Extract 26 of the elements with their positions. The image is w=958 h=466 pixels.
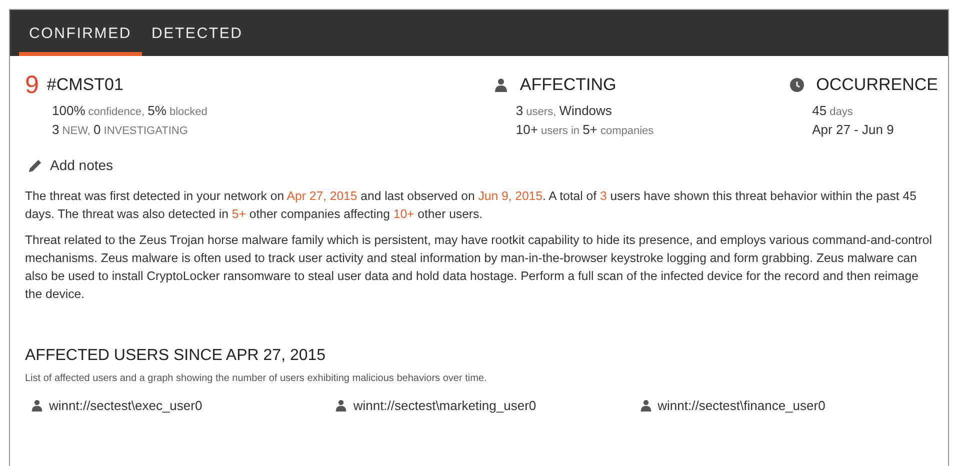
person-icon [494,78,508,92]
section-subtitle: List of affected users and a graph showing the number of users exhibiting malicious behaviors over time. [25,373,488,384]
user-name[interactable]: winnt://sectest\exec_user0 [49,398,202,413]
tab[interactable]: DETECTED [142,25,253,56]
add-notes-button[interactable]: Add notes [28,157,114,173]
user-name[interactable]: winnt://sectest\finance_user0 [658,398,826,413]
pencil-icon [28,158,43,172]
threat-count: 9 [25,70,39,100]
description-paragraph: Threat related to the Zeus Trojan horse malware family which is persistent, may have rootkit capability to hide its presence, and employs various command-and-control mechanisms. Zeus malware is often used to track user activity and steal information by man-in-the-browser keystroke logging and form grabbing. Zeus malware can also be used to install CryptoLocker ransomware to steal user data and hold data hostage. Perform a full scan of the infected device for the record and then reimage the device. [25,232,933,303]
stat-line: 100% confidence, 5% blocked [52,103,208,118]
person-icon [31,399,43,412]
stat-line: 45 days [812,103,854,118]
stat-line: Apr 27 - Jun 9 [812,122,895,137]
stat-line: 3 users, Windows [516,103,613,118]
clock-icon [790,78,804,92]
person-icon [640,399,652,412]
tab[interactable]: CONFIRMED [19,25,142,56]
threat-id: #CMST01 [46,75,124,95]
description-paragraph: The threat was first detected in your network on Apr 27, 2015 and last observed on Jun 9, 2015. A total of 3 users have shown this threat behavior within the past 45 days. The threat was also detected in 5+ other companies affecting 10+ other users. [25,188,918,223]
stat-line: 3 NEW, 0 INVESTIGATING [52,122,189,137]
section-title: OCCURRENCE [816,75,938,95]
stat-line: 10+ users in 5+ companies [516,122,654,137]
section-title: AFFECTING [520,75,616,95]
section-heading: AFFECTED USERS SINCE APR 27, 2015 [25,347,327,365]
person-icon [335,399,348,412]
user-name[interactable]: winnt://sectest\marketing_user0 [353,398,536,413]
